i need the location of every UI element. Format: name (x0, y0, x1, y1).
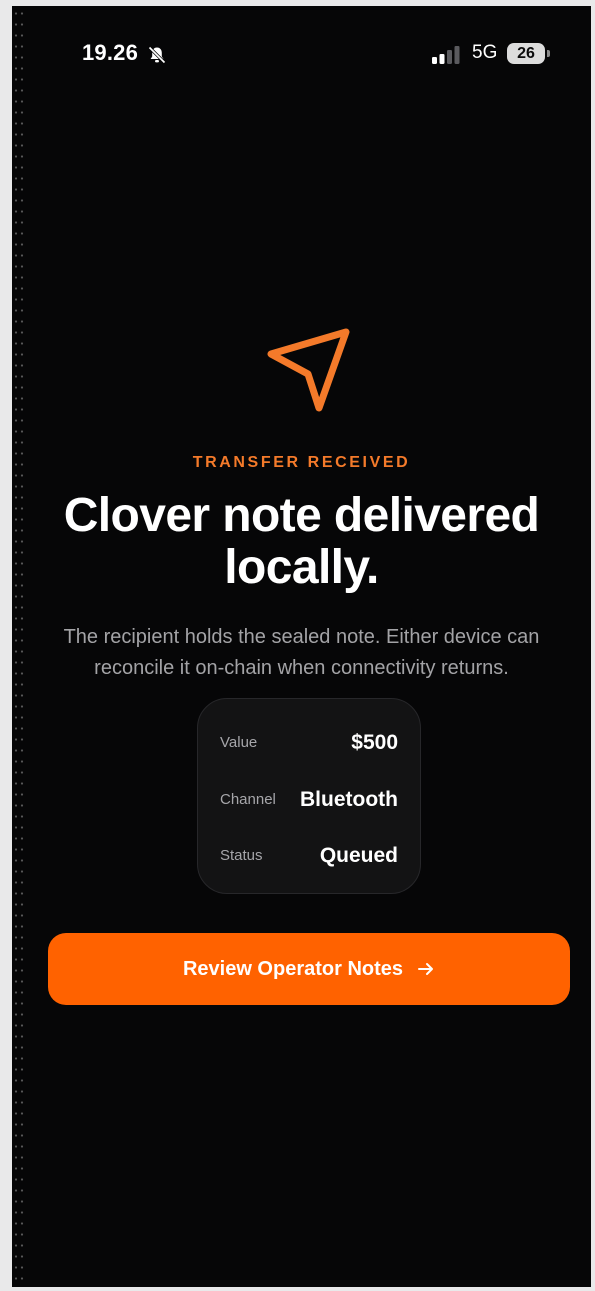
phone-screen: 19.26 5G 26 TRANSFER RECEIVED Clover not… (0, 0, 595, 1291)
description: The recipient holds the sealed note. Eit… (63, 626, 540, 679)
page-title: Clover note delivered locally. (63, 489, 540, 594)
battery-icon: 26 (507, 43, 545, 64)
summary-value: Bluetooth (300, 788, 398, 811)
summary-row-channel: Channel Bluetooth (220, 782, 398, 812)
summary-value: Queued (319, 844, 398, 867)
summary-label: Status (220, 847, 263, 864)
button-label: Review Operator Notes (182, 957, 404, 980)
bell-slash-icon (148, 46, 166, 64)
eyebrow-label: TRANSFER RECEIVED (192, 454, 411, 471)
summary-row-value: Value $500 (220, 725, 398, 755)
arrow-right-icon (418, 963, 434, 975)
battery-tip (547, 50, 550, 57)
review-operator-notes-button[interactable]: Review Operator Notes (48, 933, 570, 1005)
summary-label: Channel (220, 791, 276, 808)
summary-row-status: Status Queued (220, 838, 398, 868)
edge-pattern (12, 6, 24, 1287)
summary-value: $500 (351, 731, 398, 754)
network-type: 5G (472, 42, 498, 63)
signal-icon (432, 46, 460, 64)
status-time: 19.26 (82, 40, 139, 65)
summary-label: Value (220, 734, 258, 751)
battery-level: 26 (517, 45, 535, 62)
transfer-summary-card: Value $500 Channel Bluetooth Status Queu… (197, 698, 421, 894)
paper-plane-icon (267, 328, 350, 412)
status-bar: 19.26 5G 26 (12, 36, 591, 76)
